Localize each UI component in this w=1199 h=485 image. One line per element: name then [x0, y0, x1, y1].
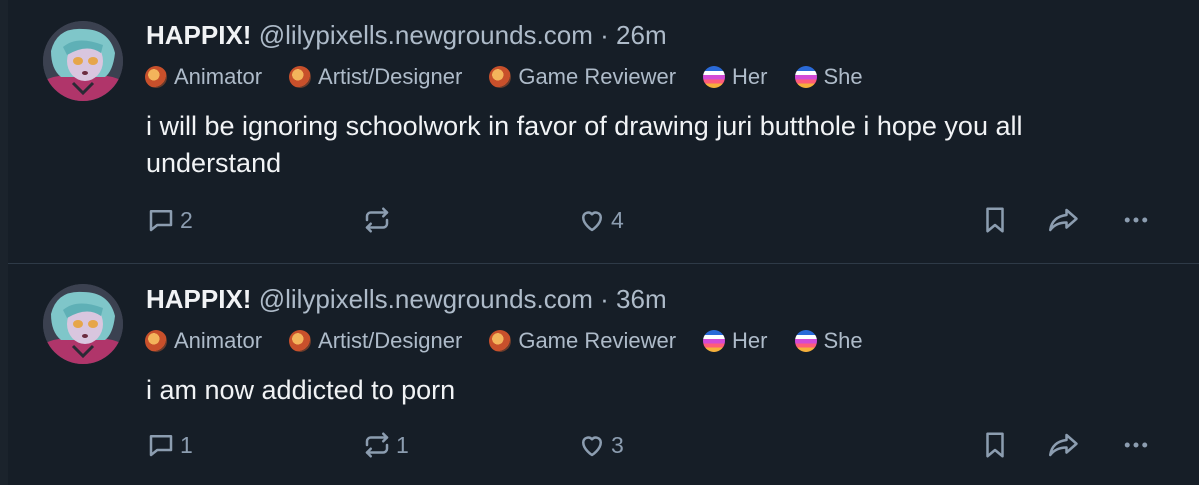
heart-icon	[577, 205, 607, 235]
pride-flag-badge-icon	[703, 66, 726, 88]
share-arrow-icon	[1047, 430, 1081, 460]
reply-count: 1	[180, 431, 193, 458]
reply-icon	[146, 430, 176, 460]
badge-her[interactable]: Her	[703, 64, 768, 90]
reply-button[interactable]: 2	[146, 200, 193, 240]
badge-animator[interactable]: Animator	[145, 64, 262, 90]
pride-flag-badge-icon	[794, 66, 817, 88]
repost-count: 1	[396, 431, 409, 458]
repost-icon	[362, 430, 392, 460]
post[interactable]: HAPPIX! @lilypixells.newgrounds.com · 36…	[0, 264, 1199, 485]
repost-button[interactable]	[362, 200, 396, 240]
badge-label: Animator	[174, 328, 263, 353]
badge-her[interactable]: Her	[703, 328, 768, 354]
post-feed: HAPPIX! @lilypixells.newgrounds.com · 26…	[0, 0, 1199, 485]
bookmark-icon	[980, 430, 1010, 460]
badge-label: Artist/Designer	[318, 64, 463, 89]
post-text: i will be ignoring schoolwork in favor o…	[146, 111, 1023, 178]
bookmark-button[interactable]	[980, 200, 1010, 240]
badge-she[interactable]: She	[794, 328, 863, 354]
avatar[interactable]	[43, 284, 123, 364]
display-name[interactable]: HAPPIX!	[146, 20, 251, 50]
newgrounds-badge-icon	[489, 330, 512, 352]
bookmark-button[interactable]	[980, 425, 1010, 465]
like-count: 3	[611, 431, 624, 458]
badge-artist-designer[interactable]: Artist/Designer	[289, 328, 462, 354]
badge-label: Game Reviewer	[518, 64, 677, 89]
badge-animator[interactable]: Animator	[145, 328, 262, 354]
badge-label: Artist/Designer	[318, 328, 463, 353]
share-button[interactable]	[1047, 200, 1081, 240]
like-button[interactable]: 4	[577, 200, 624, 240]
post-header: HAPPIX! @lilypixells.newgrounds.com · 36…	[146, 284, 667, 314]
heart-icon	[577, 430, 607, 460]
post-time[interactable]: 36m	[616, 284, 667, 314]
post-time[interactable]: 26m	[616, 20, 667, 50]
newgrounds-badge-icon	[289, 66, 312, 88]
badge-label: Animator	[174, 64, 263, 89]
post-actions: 2 4	[0, 200, 1199, 240]
share-button[interactable]	[1047, 425, 1081, 465]
ellipsis-icon	[1121, 430, 1151, 460]
separator-dot: ·	[600, 20, 609, 50]
repost-icon	[362, 205, 392, 235]
badge-game-reviewer[interactable]: Game Reviewer	[489, 328, 676, 354]
display-name[interactable]: HAPPIX!	[146, 284, 251, 314]
badge-artist-designer[interactable]: Artist/Designer	[289, 64, 462, 90]
profile-badges: Animator Artist/Designer Game Reviewer H…	[145, 328, 890, 354]
like-button[interactable]: 3	[577, 425, 624, 465]
badge-label: She	[823, 328, 863, 353]
reply-button[interactable]: 1	[146, 425, 193, 465]
newgrounds-badge-icon	[489, 66, 512, 88]
post-text: i am now addicted to porn	[146, 375, 456, 405]
share-arrow-icon	[1047, 205, 1081, 235]
newgrounds-badge-icon	[145, 66, 167, 88]
user-handle[interactable]: @lilypixells.newgrounds.com	[259, 284, 593, 314]
bookmark-icon	[980, 205, 1010, 235]
repost-button[interactable]: 1	[362, 425, 409, 465]
badge-game-reviewer[interactable]: Game Reviewer	[489, 64, 676, 90]
newgrounds-badge-icon	[289, 330, 312, 352]
pride-flag-badge-icon	[703, 330, 726, 352]
reply-count: 2	[180, 206, 193, 233]
pride-flag-badge-icon	[794, 330, 817, 352]
badge-label: Her	[732, 64, 768, 89]
separator-dot: ·	[600, 284, 609, 314]
badge-label: Her	[732, 328, 768, 353]
newgrounds-badge-icon	[145, 330, 167, 352]
badge-she[interactable]: She	[794, 64, 863, 90]
more-options-button[interactable]	[1121, 200, 1151, 240]
more-options-button[interactable]	[1121, 425, 1151, 465]
user-handle[interactable]: @lilypixells.newgrounds.com	[259, 20, 593, 50]
post-header: HAPPIX! @lilypixells.newgrounds.com · 26…	[146, 20, 667, 50]
like-count: 4	[611, 206, 624, 233]
badge-label: Game Reviewer	[518, 328, 677, 353]
post[interactable]: HAPPIX! @lilypixells.newgrounds.com · 26…	[0, 0, 1199, 263]
ellipsis-icon	[1121, 205, 1151, 235]
profile-badges: Animator Artist/Designer Game Reviewer H…	[145, 64, 890, 90]
reply-icon	[146, 205, 176, 235]
post-actions: 1 1 3	[0, 425, 1199, 465]
avatar[interactable]	[43, 21, 123, 101]
badge-label: She	[823, 64, 863, 89]
